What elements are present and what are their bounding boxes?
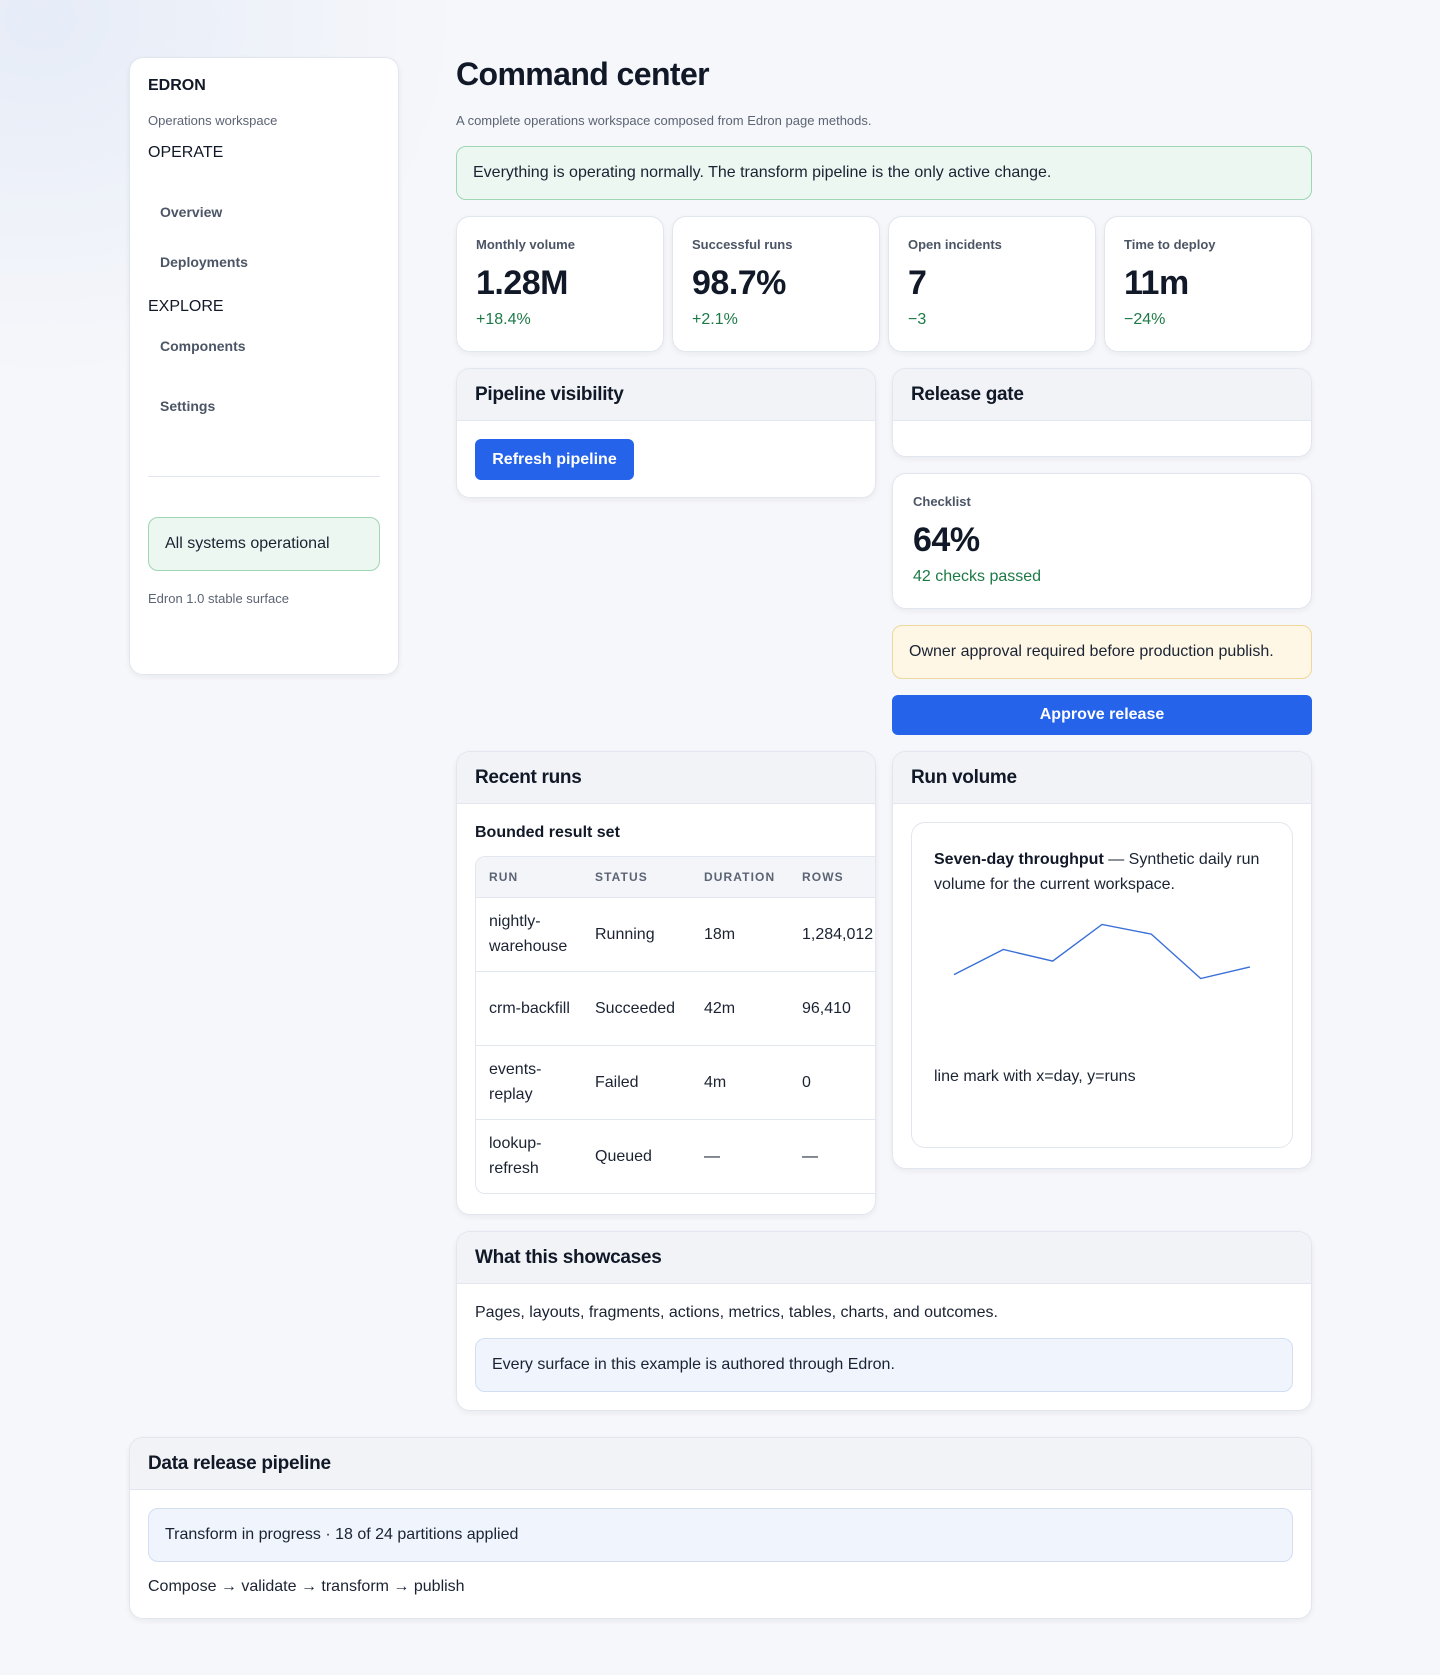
metric-delta: +2.1%	[692, 311, 738, 328]
status-banner: Everything is operating normally. The tr…	[456, 146, 1312, 200]
refresh-pipeline-button[interactable]: Refresh pipeline	[475, 439, 634, 480]
system-status-badge: All systems operational	[148, 517, 380, 571]
panel-title: Release gate	[893, 369, 1311, 421]
sidebar-footer: Edron 1.0 stable surface	[148, 591, 289, 606]
pipeline-flow: Compose → validate → transform → publish	[148, 1578, 465, 1595]
panel-title: Run volume	[893, 752, 1311, 804]
data-release-pipeline-panel: Data release pipeline Transform in progr…	[129, 1437, 1312, 1619]
column-header[interactable]: DURATION	[691, 857, 789, 897]
sidebar-item-deployments[interactable]: Deployments	[148, 242, 380, 286]
metric-delta: −24%	[1124, 311, 1166, 328]
run-rows: —	[789, 1118, 875, 1193]
chart-marks	[953, 923, 1251, 980]
metric-value: 98.7%	[692, 264, 786, 302]
metric-monthly-volume: Monthly volume 1.28M +18.4%	[456, 216, 664, 352]
table-header-row: RUN STATUS DURATION ROWS	[476, 857, 875, 897]
panel-title: Pipeline visibility	[457, 369, 875, 421]
run-name: events-replay	[476, 1044, 582, 1119]
metric-label: Successful runs	[692, 237, 793, 252]
metric-delta: −3	[908, 311, 927, 328]
throughput-line-chart	[953, 923, 1251, 980]
checklist-metric: Checklist 64% 42 checks passed	[892, 473, 1312, 609]
column-header[interactable]: ROWS	[789, 857, 875, 897]
run-duration: 4m	[691, 1044, 789, 1119]
page-title: Command center	[456, 56, 710, 92]
run-duration: —	[691, 1118, 789, 1193]
table-row[interactable]: nightly-warehouse Running 18m 1,284,012	[476, 896, 875, 971]
table-row[interactable]: lookup-refresh Queued — —	[476, 1118, 875, 1193]
panel-title: What this showcases	[457, 1232, 1311, 1284]
metric-label: Open incidents	[908, 237, 1002, 252]
sidebar: EDRON Operations workspace OPERATE Overv…	[129, 57, 399, 675]
run-status: Succeeded	[582, 970, 691, 1045]
sidebar-item-settings[interactable]: Settings	[148, 396, 380, 416]
run-status: Queued	[582, 1118, 691, 1193]
chart-footnote: line mark with x=day, y=runs	[934, 1068, 1136, 1085]
workspace-subtitle: Operations workspace	[148, 113, 278, 128]
run-rows: 96,410	[789, 970, 875, 1045]
nav-group-operate: OPERATE	[148, 144, 224, 161]
approval-warning: Owner approval required before productio…	[892, 625, 1312, 679]
brand-name: EDRON	[148, 77, 206, 94]
pipeline-progress-status: Transform in progress · 18 of 24 partiti…	[148, 1508, 1293, 1562]
metric-time-to-deploy: Time to deploy 11m −24%	[1104, 216, 1312, 352]
chart-caption: Seven-day throughput — Synthetic daily r…	[934, 847, 1270, 897]
run-rows: 1,284,012	[789, 896, 875, 971]
showcase-text: Pages, layouts, fragments, actions, metr…	[475, 1304, 998, 1321]
metric-value: 11m	[1124, 264, 1189, 302]
table-row[interactable]: crm-backfill Succeeded 42m 96,410	[476, 970, 875, 1045]
run-duration: 18m	[691, 896, 789, 971]
metric-successful-runs: Successful runs 98.7% +2.1%	[672, 216, 880, 352]
run-name: crm-backfill	[476, 970, 582, 1045]
run-status: Running	[582, 896, 691, 971]
chart-caption-title: Seven-day throughput	[934, 851, 1104, 868]
panel-title: Data release pipeline	[130, 1438, 1311, 1490]
series-line	[953, 923, 1251, 980]
column-header[interactable]: RUN	[476, 857, 582, 897]
runs-table: RUN STATUS DURATION ROWS nightly-warehou…	[475, 856, 875, 1194]
table-subtitle: Bounded result set	[475, 824, 620, 841]
run-duration: 42m	[691, 970, 789, 1045]
release-gate-panel: Release gate	[892, 368, 1312, 457]
pipeline-visibility-panel: Pipeline visibility Refresh pipeline	[456, 368, 876, 498]
run-status: Failed	[582, 1044, 691, 1119]
metric-open-incidents: Open incidents 7 −3	[888, 216, 1096, 352]
checklist-label: Checklist	[913, 494, 971, 509]
sidebar-item-components[interactable]: Components	[148, 336, 380, 356]
checklist-note: 42 checks passed	[913, 568, 1042, 585]
metric-value: 1.28M	[476, 264, 569, 302]
metric-value: 7	[908, 264, 927, 302]
metric-label: Time to deploy	[1124, 237, 1216, 252]
showcase-panel: What this showcases Pages, layouts, frag…	[456, 1231, 1312, 1411]
panel-title: Recent runs	[457, 752, 875, 804]
metric-label: Monthly volume	[476, 237, 575, 252]
approve-release-button[interactable]: Approve release	[892, 695, 1312, 735]
sidebar-divider	[148, 476, 380, 477]
table-row[interactable]: events-replay Failed 4m 0	[476, 1044, 875, 1119]
run-name: lookup-refresh	[476, 1118, 582, 1193]
throughput-chart-card: Seven-day throughput — Synthetic daily r…	[911, 822, 1293, 1148]
run-name: nightly-warehouse	[476, 896, 582, 971]
run-volume-panel: Run volume Seven-day throughput — Synthe…	[892, 751, 1312, 1169]
run-rows: 0	[789, 1044, 875, 1119]
checklist-value: 64%	[913, 521, 980, 559]
recent-runs-panel: Recent runs Bounded result set RUN STATU…	[456, 751, 876, 1215]
page-subtitle: A complete operations workspace composed…	[456, 113, 872, 128]
showcase-note: Every surface in this example is authore…	[475, 1338, 1293, 1392]
metric-delta: +18.4%	[476, 311, 531, 328]
nav-group-explore: EXPLORE	[148, 298, 224, 315]
column-header[interactable]: STATUS	[582, 857, 691, 897]
sidebar-item-overview[interactable]: Overview	[148, 182, 380, 242]
